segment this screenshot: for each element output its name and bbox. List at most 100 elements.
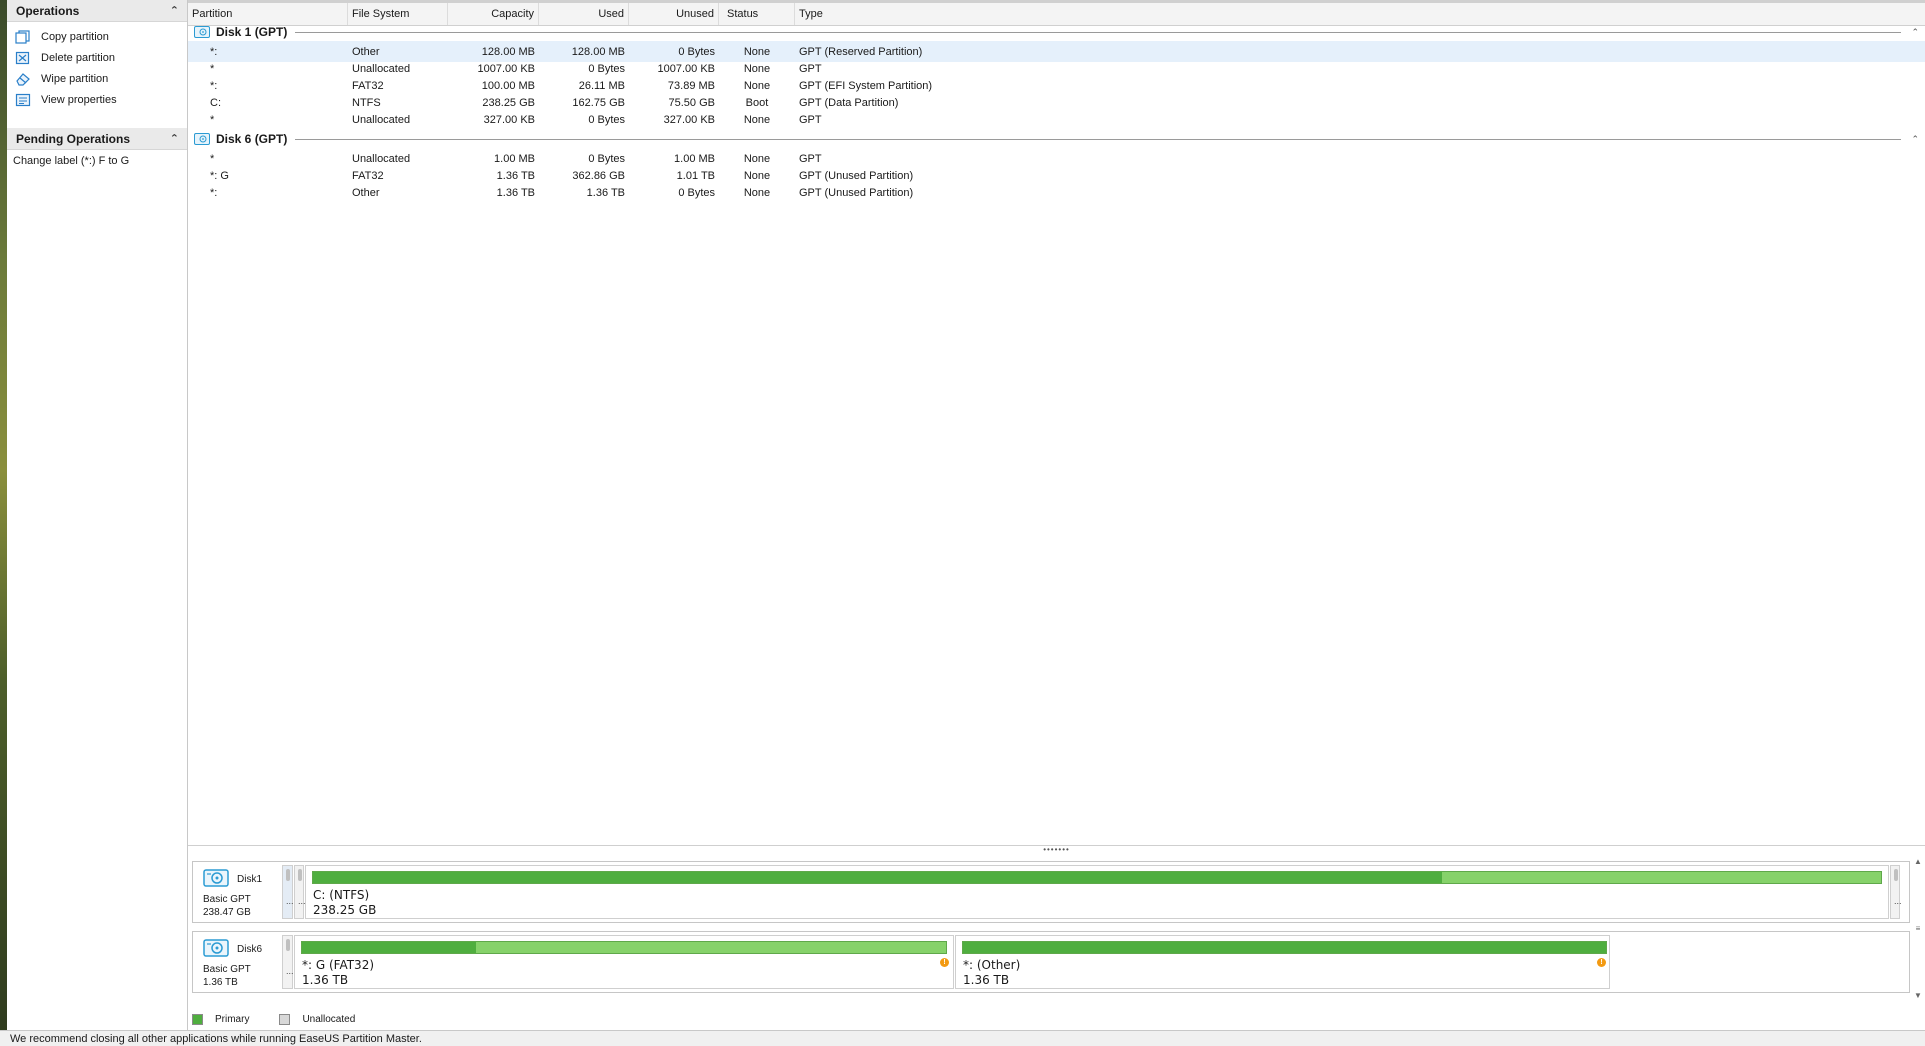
cell-status: None <box>743 186 771 199</box>
cell-unused: 0 Bytes <box>678 186 715 199</box>
collapse-up-icon[interactable]: ⌃ <box>1911 27 1919 38</box>
disk-size: 1.36 TB <box>203 977 238 988</box>
disk-group-header[interactable]: Disk 6 (GPT) ⌃ <box>188 128 1925 150</box>
disk-type: Basic GPT <box>203 894 251 905</box>
cell-used: 0 Bytes <box>588 113 625 126</box>
collapse-up-icon[interactable]: ⌃ <box>1911 134 1919 145</box>
tiny-partition-dots: ... <box>286 966 294 976</box>
tiny-partition-dots: ... <box>1894 896 1902 906</box>
disk-map-area: Disk1 Basic GPT 238.47 GB ... ... C: (NT… <box>188 853 1925 1030</box>
disk-group-label: Disk 1 (GPT) <box>216 25 288 39</box>
disk-info: Disk6 Basic GPT 1.36 TB <box>193 932 281 992</box>
delete-partition-label: Delete partition <box>41 51 115 64</box>
cell-type: GPT <box>799 113 822 126</box>
hard-disk-icon <box>203 869 229 887</box>
pending-operations-title: Pending Operations <box>16 131 131 146</box>
disk-icon <box>194 133 210 145</box>
cell-fs: Unallocated <box>352 113 411 126</box>
legend-label-unallocated: Unallocated <box>302 1014 356 1025</box>
tiny-partition[interactable]: ... <box>294 865 306 919</box>
disk-group-header[interactable]: Disk 1 (GPT) ⌃ <box>188 21 1925 43</box>
scroll-up-icon[interactable]: ▲ <box>1913 857 1923 866</box>
wipe-partition-label: Wipe partition <box>41 72 109 85</box>
scroll-down-icon[interactable]: ▼ <box>1913 991 1923 1000</box>
collapse-up-icon[interactable]: ⌃ <box>170 5 179 17</box>
pending-operation-item[interactable]: Change label (*:) F to G <box>7 150 187 167</box>
disk-type: Basic GPT <box>203 964 251 975</box>
collapse-up-icon[interactable]: ⌃ <box>170 133 179 145</box>
partition-size: 1.36 TB <box>302 973 349 987</box>
copy-icon <box>15 29 31 44</box>
partition-block-other[interactable]: *: (Other) 1.36 TB ! <box>955 935 1610 989</box>
cell-used: 1.36 TB <box>586 186 625 199</box>
partition-usage-fill <box>963 942 1606 953</box>
warning-icon: ! <box>1597 958 1606 967</box>
cell-capacity: 327.00 KB <box>483 113 535 126</box>
group-divider <box>295 138 1902 140</box>
wipe-partition-button[interactable]: Wipe partition <box>7 68 187 89</box>
pane-splitter[interactable]: ••••••• <box>188 845 1925 853</box>
disk-map-disk1[interactable]: Disk1 Basic GPT 238.47 GB ... ... C: (NT… <box>192 861 1910 923</box>
partition-usage-bar <box>962 941 1607 954</box>
scroll-thumb-icon[interactable]: ≡ <box>1913 924 1923 933</box>
group-divider <box>295 31 1902 33</box>
table-row[interactable]: *: Other 1.36 TB 1.36 TB 0 Bytes None GPT (Unu… <box>188 182 1925 203</box>
tiny-partition[interactable]: ... <box>282 935 294 989</box>
eraser-icon <box>15 72 31 86</box>
properties-icon <box>15 93 31 107</box>
delete-icon <box>15 51 31 65</box>
cell-partition: *: <box>210 186 218 199</box>
tiny-partition-bar <box>286 869 290 881</box>
partition-usage-bar <box>301 941 947 954</box>
tiny-partition-bar <box>298 869 302 881</box>
tiny-partition-bar <box>286 939 290 951</box>
partition-label: C: (NTFS) <box>313 888 370 902</box>
partition-label: *: G (FAT32) <box>302 958 375 972</box>
cell-partition: * <box>210 113 215 126</box>
view-properties-label: View properties <box>41 93 117 106</box>
cell-unused: 327.00 KB <box>663 113 715 126</box>
operations-header[interactable]: Operations ⌃ <box>7 0 187 22</box>
tiny-partition[interactable]: ... <box>282 865 294 919</box>
partition-size: 238.25 GB <box>313 903 377 917</box>
disk-group-label: Disk 6 (GPT) <box>216 132 288 146</box>
partition-usage-fill <box>313 872 1442 883</box>
copy-partition-label: Copy partition <box>41 30 109 43</box>
pending-operations-header[interactable]: Pending Operations ⌃ <box>7 128 187 150</box>
cell-type: GPT (Unused Partition) <box>799 186 914 199</box>
sidebar: Operations ⌃ Copy partition Delete parti… <box>7 0 188 1030</box>
disk-name: Disk1 <box>237 874 263 885</box>
tiny-partition[interactable]: ... <box>1890 865 1902 919</box>
disk-size: 238.47 GB <box>203 907 251 918</box>
disk-name: Disk6 <box>237 944 263 955</box>
partition-table: Partition File System Capacity Used Unus… <box>188 0 1925 845</box>
legend-swatch-primary <box>192 1014 203 1025</box>
delete-partition-button[interactable]: Delete partition <box>7 47 187 68</box>
legend: Primary Unallocated <box>192 1014 385 1025</box>
partition-block-c[interactable]: C: (NTFS) 238.25 GB <box>305 865 1889 919</box>
partition-usage-bar <box>312 871 1882 884</box>
disk-map-disk6[interactable]: Disk6 Basic GPT 1.36 TB ... *: G (FAT32)… <box>192 931 1910 993</box>
cell-status: None <box>743 113 771 126</box>
operations-title: Operations <box>16 3 80 18</box>
table-row[interactable]: * Unallocated 327.00 KB 0 Bytes 327.00 KB Non… <box>188 109 1925 130</box>
hard-disk-icon <box>203 939 229 957</box>
desktop-background <box>0 0 7 1046</box>
partition-block-g[interactable]: *: G (FAT32) 1.36 TB ! <box>294 935 954 989</box>
operations-list: Copy partition Delete partition Wipe par… <box>7 22 187 118</box>
status-bar: We recommend closing all other applicati… <box>0 1030 1925 1046</box>
partition-size: 1.36 TB <box>963 973 1010 987</box>
tiny-partition-dots: ... <box>286 896 294 906</box>
disk-map-scrollbar[interactable]: ▲ ≡ ▼ <box>1913 857 1923 1007</box>
partition-label: *: (Other) <box>963 958 1021 972</box>
partition-usage-fill <box>302 942 476 953</box>
legend-swatch-unallocated <box>279 1014 291 1025</box>
view-properties-button[interactable]: View properties <box>7 89 187 110</box>
cell-capacity: 1.36 TB <box>496 186 535 199</box>
copy-partition-button[interactable]: Copy partition <box>7 26 187 47</box>
warning-icon: ! <box>940 958 949 967</box>
disk-info: Disk1 Basic GPT 238.47 GB <box>193 862 281 922</box>
tiny-partition-bar <box>1894 869 1898 881</box>
legend-label-primary: Primary <box>215 1014 250 1025</box>
cell-fs: Other <box>352 186 380 199</box>
